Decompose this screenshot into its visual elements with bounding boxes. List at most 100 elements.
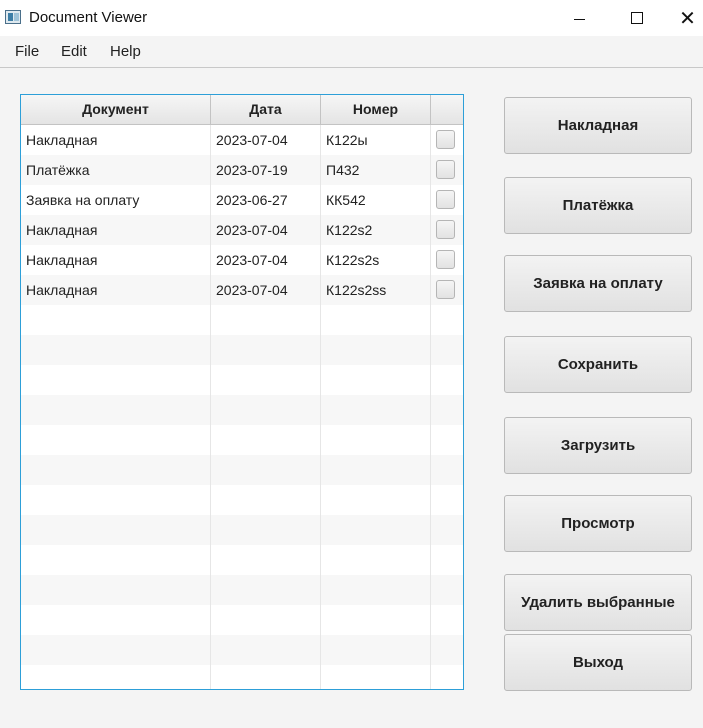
cell-date: 2023-07-04 xyxy=(211,245,321,275)
cell-document: Платёжка xyxy=(21,155,211,185)
cell-document xyxy=(21,335,211,365)
table-row[interactable]: Заявка на оплату 2023-06-27 КК542 xyxy=(21,185,463,215)
cell-date: 2023-07-04 xyxy=(211,125,321,155)
save-button[interactable]: Сохранить xyxy=(504,336,692,393)
table-row-empty xyxy=(21,545,463,575)
cell-date xyxy=(211,605,321,635)
column-header-document[interactable]: Документ xyxy=(21,95,211,124)
menu-file[interactable]: File xyxy=(15,43,39,60)
table-row-empty xyxy=(21,665,463,689)
table-header: Документ Дата Номер xyxy=(21,95,463,125)
cell-select xyxy=(431,605,463,635)
cell-number xyxy=(321,425,431,455)
view-button[interactable]: Просмотр xyxy=(504,495,692,552)
table-row[interactable]: Накладная 2023-07-04 К122ы xyxy=(21,125,463,155)
cell-date: 2023-07-04 xyxy=(211,215,321,245)
close-button[interactable]: ✕ xyxy=(672,0,703,36)
cell-date xyxy=(211,425,321,455)
cell-number xyxy=(321,335,431,365)
cell-select xyxy=(431,575,463,605)
cell-select xyxy=(431,545,463,575)
cell-select xyxy=(431,215,463,245)
column-header-select[interactable] xyxy=(431,95,463,124)
menu-help[interactable]: Help xyxy=(110,43,141,60)
table-row-empty xyxy=(21,335,463,365)
close-icon: ✕ xyxy=(679,7,696,30)
cell-select xyxy=(431,665,463,689)
row-select-checkbox[interactable] xyxy=(436,220,455,239)
cell-date: 2023-07-04 xyxy=(211,275,321,305)
table-row[interactable]: Накладная 2023-07-04 К122s2ss xyxy=(21,275,463,305)
cell-number xyxy=(321,455,431,485)
cell-number xyxy=(321,665,431,689)
row-select-checkbox[interactable] xyxy=(436,280,455,299)
minimize-icon xyxy=(573,18,585,20)
cell-date xyxy=(211,305,321,335)
cell-select xyxy=(431,335,463,365)
cell-select xyxy=(431,125,463,155)
table-row-empty xyxy=(21,485,463,515)
window-title: Document Viewer xyxy=(29,9,148,26)
cell-document xyxy=(21,575,211,605)
cell-number xyxy=(321,365,431,395)
table-row[interactable]: Накладная 2023-07-04 К122s2s xyxy=(21,245,463,275)
cell-document xyxy=(21,665,211,689)
cell-document xyxy=(21,515,211,545)
minimize-button[interactable] xyxy=(556,0,602,36)
cell-date xyxy=(211,665,321,689)
cell-document: Накладная xyxy=(21,245,211,275)
cell-select xyxy=(431,275,463,305)
cell-number xyxy=(321,515,431,545)
documents-table[interactable]: Документ Дата Номер Накладная 2023-07-04 К… xyxy=(20,94,464,690)
table-row-empty xyxy=(21,425,463,455)
cell-date xyxy=(211,635,321,665)
menu-edit[interactable]: Edit xyxy=(61,43,87,60)
cell-date xyxy=(211,365,321,395)
cell-date xyxy=(211,395,321,425)
cell-date xyxy=(211,545,321,575)
cell-date xyxy=(211,485,321,515)
exit-button[interactable]: Выход xyxy=(504,634,692,691)
cell-select xyxy=(431,395,463,425)
row-select-checkbox[interactable] xyxy=(436,160,455,179)
cell-number: К122s2ss xyxy=(321,275,431,305)
cell-document: Накладная xyxy=(21,215,211,245)
table-row-empty xyxy=(21,575,463,605)
title-bar: Document Viewer ✕ xyxy=(0,0,703,36)
delete-selected-button[interactable]: Удалить выбранные xyxy=(504,574,692,631)
cell-document: Накладная xyxy=(21,125,211,155)
cell-document xyxy=(21,305,211,335)
cell-number xyxy=(321,485,431,515)
table-row-empty xyxy=(21,395,463,425)
row-select-checkbox[interactable] xyxy=(436,250,455,269)
row-select-checkbox[interactable] xyxy=(436,130,455,149)
cell-select xyxy=(431,185,463,215)
cell-document xyxy=(21,635,211,665)
cell-document xyxy=(21,455,211,485)
cell-number xyxy=(321,575,431,605)
payment-button[interactable]: Платёжка xyxy=(504,177,692,234)
table-row-empty xyxy=(21,455,463,485)
cell-document xyxy=(21,425,211,455)
cell-number: КК542 xyxy=(321,185,431,215)
cell-select xyxy=(431,515,463,545)
maximize-icon xyxy=(631,12,643,24)
invoice-button[interactable]: Накладная xyxy=(504,97,692,154)
table-row[interactable]: Накладная 2023-07-04 К122s2 xyxy=(21,215,463,245)
load-button[interactable]: Загрузить xyxy=(504,417,692,474)
cell-date xyxy=(211,335,321,365)
cell-document xyxy=(21,545,211,575)
cell-number: П432 xyxy=(321,155,431,185)
table-row[interactable]: Платёжка 2023-07-19 П432 xyxy=(21,155,463,185)
row-select-checkbox[interactable] xyxy=(436,190,455,209)
column-header-number[interactable]: Номер xyxy=(321,95,431,124)
table-row-empty xyxy=(21,605,463,635)
payment-request-button[interactable]: Заявка на оплату xyxy=(504,255,692,312)
cell-select xyxy=(431,635,463,665)
column-header-date[interactable]: Дата xyxy=(211,95,321,124)
cell-document xyxy=(21,485,211,515)
cell-select xyxy=(431,245,463,275)
maximize-button[interactable] xyxy=(614,0,660,36)
cell-select xyxy=(431,305,463,335)
table-row-empty xyxy=(21,365,463,395)
